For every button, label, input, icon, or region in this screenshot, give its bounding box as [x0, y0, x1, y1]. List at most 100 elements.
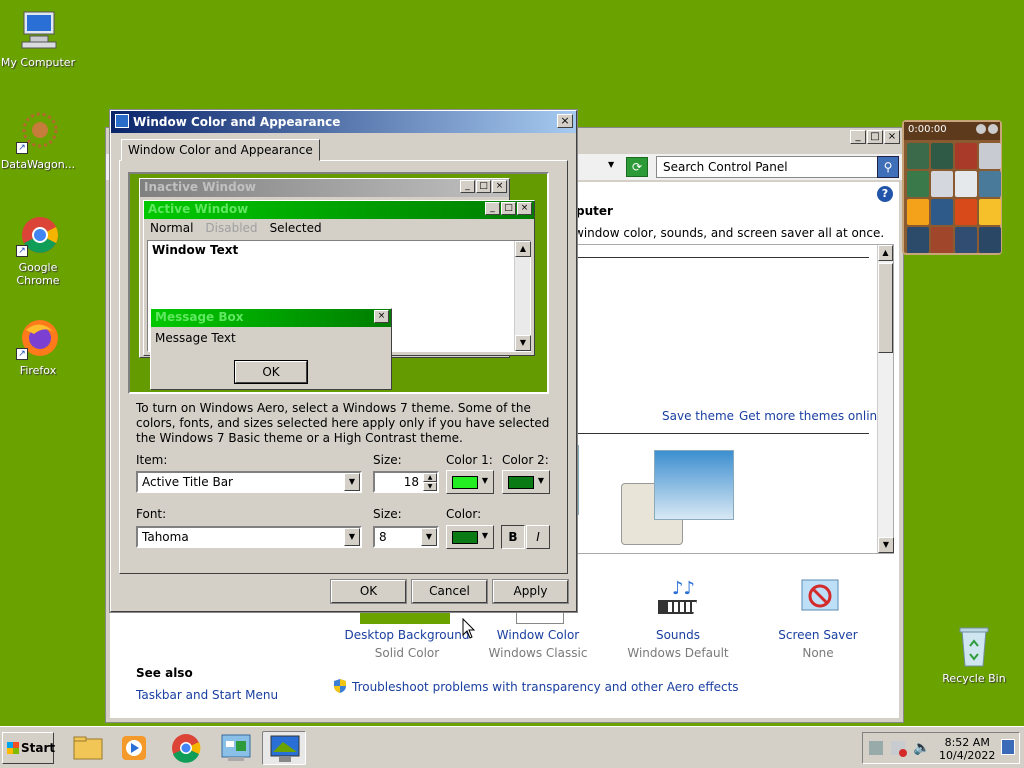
spin-down-icon[interactable]: ▼: [423, 482, 437, 491]
action-center-icon[interactable]: [891, 741, 907, 757]
color2-button[interactable]: ▼: [502, 470, 550, 494]
spinner-arrows[interactable]: ▲ ▼: [423, 473, 437, 491]
themes-scrollbar[interactable]: ▲ ▼: [877, 245, 894, 553]
search-icon[interactable]: ⚲: [877, 156, 899, 178]
puzzle-tile[interactable]: [907, 171, 929, 197]
window-color-link[interactable]: Window Color: [478, 628, 598, 642]
taskbar-start-menu-link[interactable]: Taskbar and Start Menu: [136, 688, 278, 702]
spin-up-icon[interactable]: ▲: [423, 473, 437, 482]
item-label: Item:: [136, 453, 168, 467]
item-select[interactable]: Active Title Bar ▼: [136, 471, 362, 493]
desktop-icon-label: Recycle Bin: [942, 672, 1006, 685]
refresh-icon[interactable]: ⟳: [626, 157, 648, 177]
themes-list[interactable]: Save theme Get more themes online ▲ ▼: [528, 244, 894, 554]
tab-window-color-appearance[interactable]: Window Color and Appearance: [121, 139, 320, 161]
puzzle-tile[interactable]: [931, 143, 953, 169]
cancel-button[interactable]: Cancel: [412, 580, 487, 603]
desktop-background-link[interactable]: Desktop Background: [342, 628, 472, 642]
puzzle-tile[interactable]: [979, 199, 1001, 225]
ok-button[interactable]: OK: [331, 580, 406, 603]
desktop-icon-google-chrome[interactable]: ↗ Google Chrome: [0, 213, 78, 287]
menu-selected[interactable]: Selected: [270, 221, 322, 235]
chevron-down-icon[interactable]: ▼: [344, 473, 360, 491]
puzzle-tile[interactable]: [979, 227, 1001, 253]
scroll-down-arrow-icon[interactable]: ▼: [878, 537, 894, 553]
bold-toggle[interactable]: B: [501, 525, 525, 549]
apply-button[interactable]: Apply: [493, 580, 568, 603]
preview-message-box[interactable]: Message Box × Message Text OK: [150, 308, 392, 390]
puzzle-tile[interactable]: [931, 199, 953, 225]
theme-thumbnail[interactable]: [654, 450, 734, 520]
menu-disabled[interactable]: Disabled: [205, 221, 257, 235]
page-subtext: window color, sounds, and screen saver a…: [574, 226, 885, 240]
sounds-icon[interactable]: ♪♪: [651, 574, 708, 624]
chrome-taskbar-icon[interactable]: [164, 731, 208, 765]
puzzle-tile[interactable]: [955, 227, 977, 253]
preview-scrollbar[interactable]: ▲ ▼: [514, 241, 531, 351]
help-icon[interactable]: ?: [877, 186, 893, 202]
media-player-taskbar-icon[interactable]: [112, 731, 156, 765]
puzzle-tile[interactable]: [979, 143, 1001, 169]
close-icon: ×: [492, 180, 507, 193]
desktop-icon-datawagon[interactable]: ↗ DataWagon...: [0, 110, 78, 171]
search-input[interactable]: Search Control Panel: [656, 156, 881, 178]
get-more-themes-link[interactable]: Get more themes online: [739, 409, 885, 423]
desktop-icon-firefox[interactable]: ↗ Firefox: [0, 316, 78, 377]
puzzle-tile[interactable]: [979, 171, 1001, 197]
close-button[interactable]: ×: [884, 130, 900, 144]
screen-saver-icon[interactable]: [796, 574, 846, 624]
desktop-background-sub: Solid Color: [374, 646, 440, 660]
maximize-button[interactable]: □: [867, 130, 883, 144]
puzzle-tile[interactable]: [907, 199, 929, 225]
font-size-select[interactable]: 8 ▼: [373, 526, 439, 548]
appearance-preview: Inactive Window _ □ × Active Window _ □ × No…: [128, 172, 549, 394]
desktop-icon-recycle-bin[interactable]: Recycle Bin: [934, 624, 1014, 685]
troubleshoot-link[interactable]: Troubleshoot problems with transparency …: [352, 680, 739, 694]
start-label: Start: [21, 741, 56, 755]
scroll-thumb[interactable]: [878, 263, 893, 353]
message-ok-button[interactable]: OK: [235, 361, 307, 383]
address-dropdown-icon[interactable]: ▼: [608, 160, 614, 169]
sounds-link[interactable]: Sounds: [618, 628, 738, 642]
scroll-up-arrow-icon[interactable]: ▲: [878, 245, 893, 261]
puzzle-grid[interactable]: [904, 140, 1001, 256]
windows-flag-icon: [7, 742, 19, 754]
shuffle-icon[interactable]: [988, 124, 998, 134]
start-button[interactable]: Start: [2, 732, 56, 764]
puzzle-tile[interactable]: [955, 199, 977, 225]
display-settings-taskbar-icon[interactable]: [262, 731, 306, 765]
close-button[interactable]: ×: [557, 114, 573, 128]
chevron-down-icon[interactable]: ▼: [344, 528, 360, 546]
puzzle-tile[interactable]: [955, 143, 977, 169]
message-box-titlebar[interactable]: Message Box ×: [151, 309, 391, 327]
screen-saver-link[interactable]: Screen Saver: [758, 628, 878, 642]
font-color-button[interactable]: ▼: [446, 525, 494, 549]
explorer-taskbar-icon[interactable]: [66, 731, 110, 765]
italic-toggle[interactable]: I: [526, 525, 550, 549]
control-panel-taskbar-icon[interactable]: [214, 731, 258, 765]
font-select[interactable]: Tahoma ▼: [136, 526, 362, 548]
scroll-down-arrow-icon[interactable]: ▼: [515, 335, 531, 351]
puzzle-gadget[interactable]: 0:00:00: [902, 120, 1002, 255]
puzzle-tile[interactable]: [907, 143, 929, 169]
network-icon[interactable]: [869, 741, 883, 755]
save-theme-link[interactable]: Save theme: [662, 409, 734, 423]
puzzle-tile[interactable]: [907, 227, 929, 253]
dialog-titlebar[interactable]: Window Color and Appearance ×: [111, 111, 576, 133]
scroll-up-arrow-icon[interactable]: ▲: [515, 241, 531, 257]
puzzle-tile[interactable]: [931, 227, 953, 253]
show-desktop-icon[interactable]: [1001, 739, 1015, 755]
chevron-down-icon[interactable]: ▼: [421, 528, 437, 546]
puzzle-tile[interactable]: [955, 171, 977, 197]
item-size-spinner[interactable]: 18 ▲ ▼: [373, 471, 439, 493]
minimize-button[interactable]: _: [850, 130, 866, 144]
desktop-icon-my-computer[interactable]: My Computer: [0, 8, 78, 69]
help-icon[interactable]: [976, 124, 986, 134]
clock[interactable]: 8:52 AM 10/4/2022: [939, 736, 995, 762]
inactive-titlebar[interactable]: Inactive Window _ □ ×: [140, 179, 509, 197]
volume-icon[interactable]: 🔈: [913, 740, 930, 756]
active-titlebar[interactable]: Active Window _ □ ×: [144, 201, 534, 219]
menu-normal[interactable]: Normal: [150, 221, 193, 235]
color1-button[interactable]: ▼: [446, 470, 494, 494]
puzzle-tile[interactable]: [931, 171, 953, 197]
